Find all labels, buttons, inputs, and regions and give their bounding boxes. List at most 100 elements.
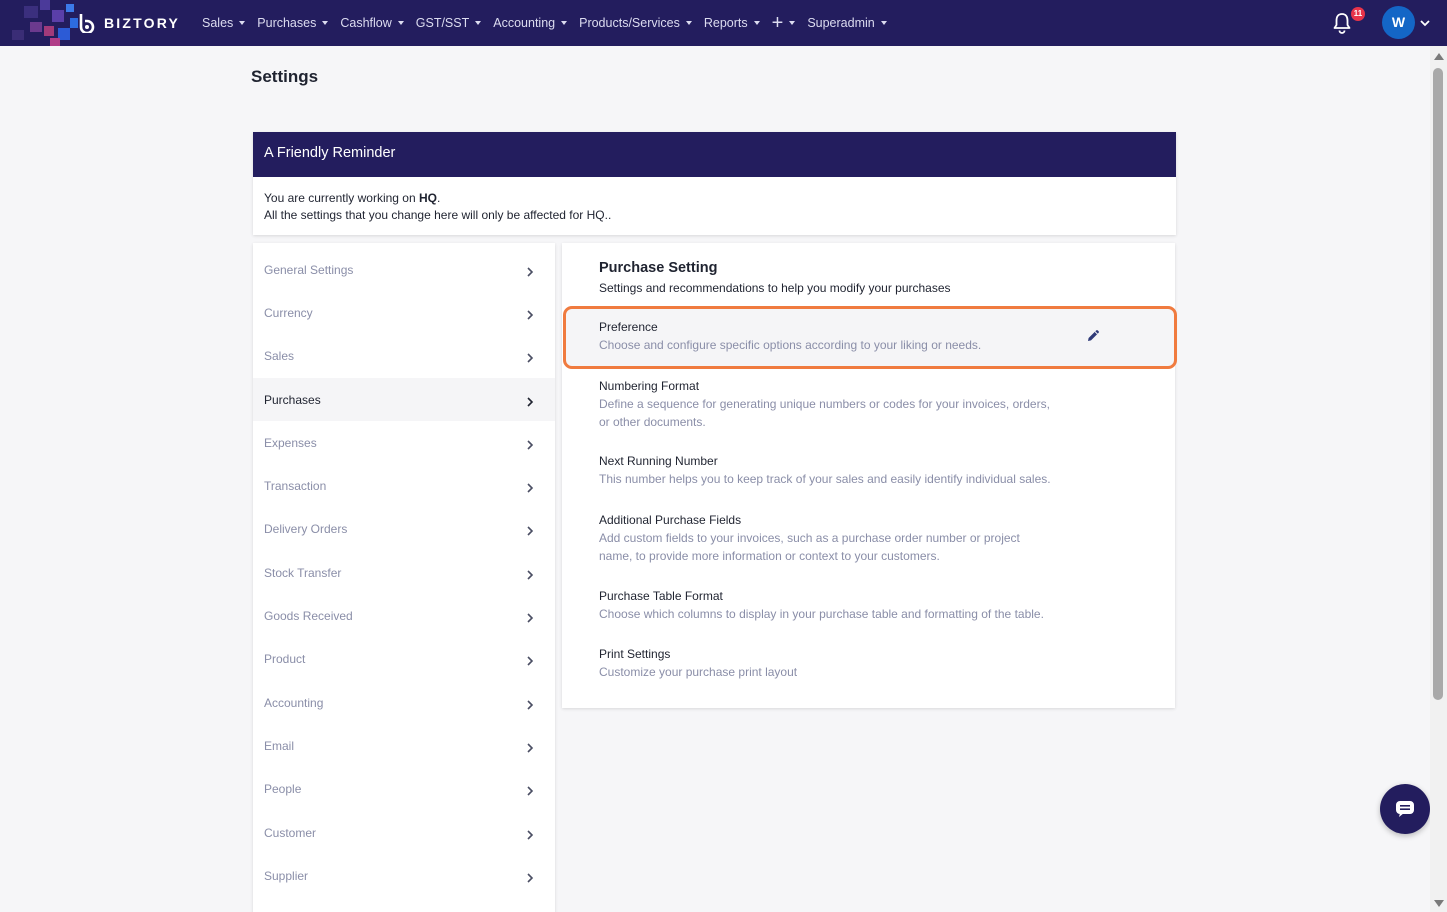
brand-name: BIZTORY — [104, 15, 181, 31]
sidebar-item-product[interactable]: Product — [253, 638, 555, 681]
nav-superadmin-label: Superadmin — [807, 16, 875, 30]
chevron-down-icon[interactable] — [1419, 17, 1431, 29]
sidebar-item-label: Transaction — [264, 479, 327, 494]
chevron-right-icon — [527, 743, 534, 753]
sidebar-item-currency[interactable]: Currency — [253, 291, 555, 334]
nav-sales-label: Sales — [202, 16, 234, 30]
scroll-thumb[interactable] — [1433, 68, 1443, 700]
brand-logo[interactable]: BIZTORY — [78, 12, 180, 34]
chevron-right-icon — [527, 396, 534, 407]
option-print-settings[interactable]: Print Settings Customize your purchase pr… — [599, 646, 1054, 681]
sidebar-item-label: People — [264, 782, 302, 797]
sidebar-item-label: Supplier — [264, 868, 309, 883]
sidebar-item-supplier[interactable]: Supplier — [253, 854, 555, 897]
sidebar-item-label: Goods Received — [264, 609, 353, 624]
reminder-line-2: All the settings that you change here wi… — [264, 208, 612, 222]
chat-widget-button[interactable] — [1380, 784, 1430, 834]
caret-down-icon — [397, 21, 404, 25]
sidebar-item-label: Purchases — [264, 392, 321, 407]
chevron-right-icon — [527, 873, 534, 883]
chevron-right-icon — [527, 786, 534, 796]
reminder-body: You are currently working on HQ. All the… — [253, 177, 1176, 237]
option-description: Add custom fields to your invoices, such… — [599, 531, 1020, 563]
notification-badge: 11 — [1351, 7, 1365, 21]
sidebar-item-label: Currency — [264, 305, 313, 320]
user-avatar[interactable]: W — [1382, 6, 1415, 39]
nav-purchases-label: Purchases — [257, 16, 317, 30]
option-additional-purchase-fields[interactable]: Additional Purchase Fields Add custom fie… — [599, 512, 1054, 565]
sidebar-item-sales[interactable]: Sales — [253, 335, 555, 378]
bell-icon[interactable] — [1332, 12, 1352, 34]
reminder-line-1: You are currently working on HQ. — [264, 190, 1165, 207]
sidebar-item-label: Expenses — [264, 435, 317, 450]
caret-down-icon — [322, 21, 329, 25]
sidebar-item-label: Delivery Orders — [264, 522, 348, 537]
nav-accounting-label: Accounting — [493, 16, 556, 30]
brand-mark-icon — [79, 14, 95, 33]
top-navbar: BIZTORY Sales Purchases Cashflow GST/SST… — [0, 0, 1447, 46]
plus-icon: + — [771, 12, 784, 34]
scroll-down-arrow-icon[interactable] — [1434, 900, 1444, 907]
sidebar-item-label: General Settings — [264, 262, 354, 277]
sidebar-item-expenses[interactable]: Expenses — [253, 421, 555, 464]
chevron-right-icon — [527, 483, 534, 493]
option-purchase-table-format[interactable]: Purchase Table Format Choose which column… — [599, 588, 1054, 623]
chat-icon — [1396, 801, 1414, 817]
option-preference[interactable]: Preference Choose and configure specific … — [599, 319, 1054, 354]
sidebar-item-accounting[interactable]: Accounting — [253, 681, 555, 724]
sidebar-item-label: Customer — [264, 825, 317, 840]
settings-sidebar: General Settings Currency Sales Purchases Ex… — [253, 243, 555, 912]
card-title: Purchase Setting — [599, 260, 718, 276]
nav-purchases[interactable]: Purchases — [257, 16, 329, 30]
option-next-running-number[interactable]: Next Running Number This number helps you… — [599, 453, 1054, 488]
option-description: This number helps you to keep track of y… — [599, 472, 1051, 486]
option-description: Define a sequence for generating unique … — [599, 397, 1050, 429]
option-title: Numbering Format — [599, 379, 700, 393]
nav-products-services[interactable]: Products/Services — [579, 16, 692, 30]
sidebar-item-people[interactable]: People — [253, 768, 555, 811]
pencil-icon[interactable] — [1086, 328, 1101, 343]
nav-superadmin[interactable]: Superadmin — [807, 16, 887, 30]
caret-down-icon — [880, 21, 887, 25]
sidebar-item-email[interactable]: Email — [253, 724, 555, 767]
nav-accounting[interactable]: Accounting — [493, 16, 568, 30]
caret-down-icon — [239, 21, 246, 25]
friendly-reminder-card: A Friendly Reminder You are currently wo… — [253, 132, 1176, 235]
chevron-right-icon — [527, 310, 534, 320]
option-description: Choose which columns to display in your … — [599, 607, 1044, 621]
sidebar-item-label: Accounting — [264, 695, 324, 710]
option-title: Purchase Table Format — [599, 589, 723, 603]
sidebar-item-delivery-orders[interactable]: Delivery Orders — [253, 508, 555, 551]
card-subtitle: Settings and recommendations to help you… — [599, 281, 951, 295]
sidebar-item-label: Email — [264, 738, 295, 753]
caret-down-icon — [789, 21, 796, 25]
sidebar-item-purchases[interactable]: Purchases — [253, 377, 555, 422]
option-description: Choose and configure specific options ac… — [599, 338, 982, 352]
nav-cashflow[interactable]: Cashflow — [340, 16, 404, 30]
sidebar-item-goods-received[interactable]: Goods Received — [253, 594, 555, 637]
sidebar-item-general-settings[interactable]: General Settings — [253, 248, 555, 291]
sidebar-item-transaction[interactable]: Transaction — [253, 464, 555, 507]
caret-down-icon — [561, 21, 568, 25]
sidebar-item-label: Stock Transfer — [264, 565, 342, 580]
nav-gst-sst-label: GST/SST — [415, 16, 470, 30]
sidebar-item-label: Product — [264, 652, 306, 667]
page-scrollbar[interactable] — [1430, 46, 1447, 912]
option-title: Preference — [599, 320, 658, 334]
reminder-line-1-suffix: . — [436, 191, 441, 205]
sidebar-item-customer[interactable]: Customer — [253, 811, 555, 854]
reminder-title: A Friendly Reminder — [253, 132, 1176, 177]
option-numbering-format[interactable]: Numbering Format Define a sequence for ge… — [599, 378, 1054, 431]
chevron-right-icon — [527, 526, 534, 536]
option-description: Customize your purchase print layout — [599, 665, 798, 679]
sidebar-item-label: Sales — [264, 349, 295, 364]
nav-quick-add[interactable]: + — [772, 13, 796, 33]
option-title: Additional Purchase Fields — [599, 513, 742, 527]
scroll-up-arrow-icon[interactable] — [1434, 53, 1444, 60]
nav-cashflow-label: Cashflow — [340, 16, 392, 30]
nav-sales[interactable]: Sales — [202, 16, 246, 30]
nav-reports-label: Reports — [703, 16, 748, 30]
sidebar-item-stock-transfer[interactable]: Stock Transfer — [253, 551, 555, 594]
nav-gst-sst[interactable]: GST/SST — [415, 16, 482, 30]
nav-reports[interactable]: Reports — [704, 16, 760, 30]
